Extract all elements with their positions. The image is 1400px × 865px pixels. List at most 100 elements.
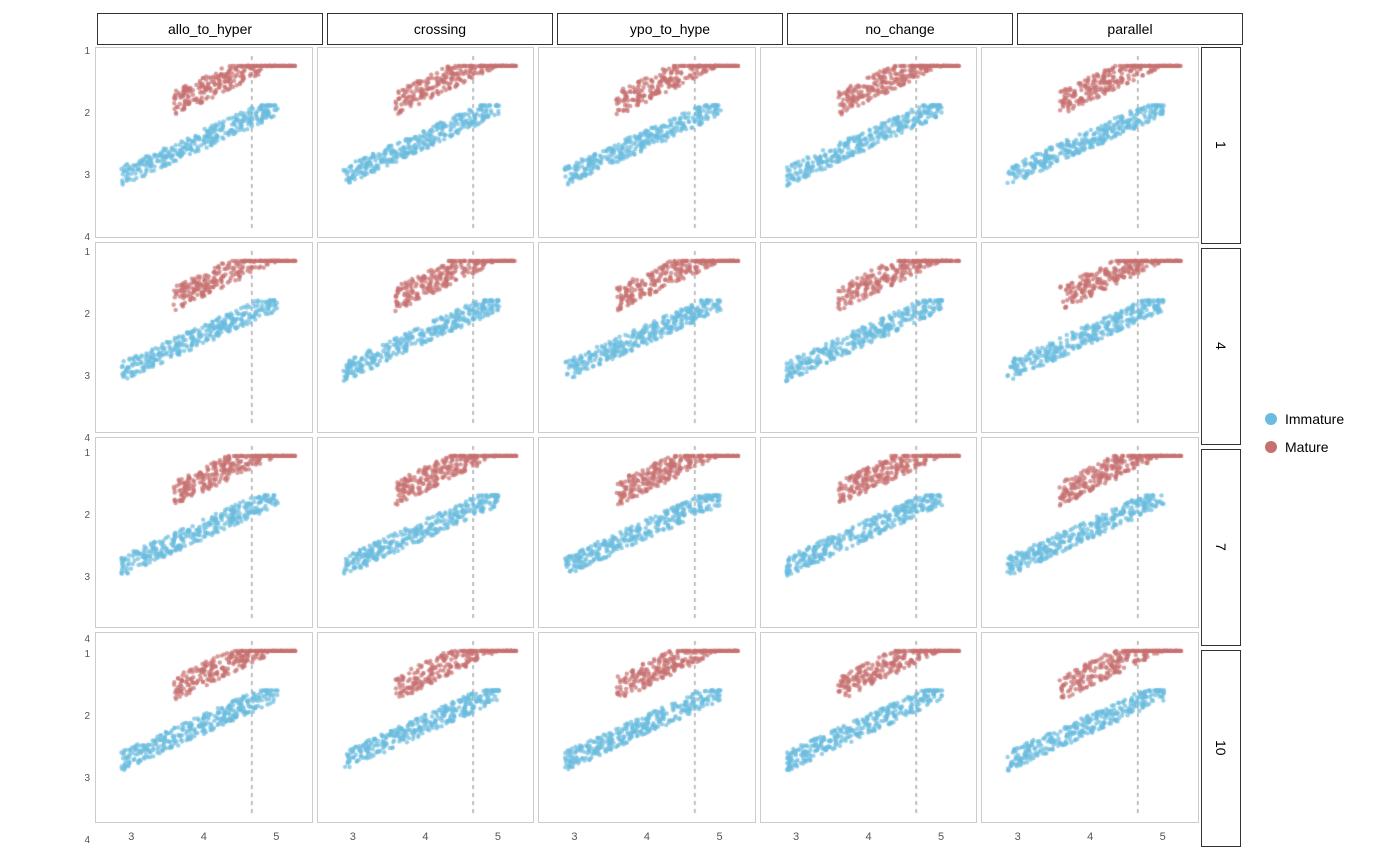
facet-area: allo_to_hypercrossingypo_to_hypeno_chang…	[55, 13, 1245, 853]
row-header: 1	[1201, 47, 1241, 244]
legend-dot	[1265, 413, 1277, 425]
y-axis-label	[25, 43, 55, 853]
scatter-canvas	[96, 48, 312, 237]
legend-item: Immature	[1265, 411, 1375, 427]
grid-and-legend: allo_to_hypercrossingypo_to_hypeno_chang…	[55, 13, 1375, 853]
facet-cell	[981, 242, 1199, 433]
y-tick-label: 1	[55, 248, 93, 258]
scatter-canvas	[982, 243, 1198, 432]
col-header: ypo_to_hype	[557, 13, 783, 45]
facet-cell	[317, 47, 535, 238]
x-tick-label: 4	[866, 831, 872, 843]
x-axis-cell: 345	[317, 825, 535, 849]
facet-cell	[538, 632, 756, 823]
scatter-canvas	[318, 243, 534, 432]
scatter-canvas	[318, 438, 534, 627]
x-tick-label: 4	[422, 831, 428, 843]
y-tick-label: 4	[55, 635, 93, 645]
scatter-canvas	[539, 48, 755, 237]
facet-cell	[95, 437, 313, 628]
x-axis-cell: 345	[538, 825, 756, 849]
facet-cell	[95, 47, 313, 238]
row-headers-column: 1 4 7 10	[1201, 45, 1245, 849]
facet-rows	[93, 45, 1201, 825]
y-tick-area: 4321432143214321	[55, 45, 93, 849]
col-header: allo_to_hyper	[97, 13, 323, 45]
y-tick-label: 3	[55, 171, 93, 181]
y-tick-label: 3	[55, 573, 93, 583]
facet-cell	[95, 242, 313, 433]
y-tick-label: 1	[55, 650, 93, 660]
x-axis-cell: 3 4 5	[95, 825, 313, 849]
chart-container: allo_to_hypercrossingypo_to_hypeno_chang…	[25, 13, 1375, 853]
y-tick-label: 2	[55, 109, 93, 119]
y-tick-label: 1	[55, 47, 93, 57]
scatter-canvas	[539, 438, 755, 627]
facet-cell	[760, 632, 978, 823]
facet-cell	[760, 437, 978, 628]
legend: Immature Mature	[1245, 13, 1375, 853]
scatter-canvas	[96, 438, 312, 627]
x-tick-label: 5	[273, 831, 279, 843]
facet-cell	[95, 632, 313, 823]
x-tick-label: 5	[716, 831, 722, 843]
legend-label: Immature	[1285, 411, 1344, 427]
x-tick-label: 3	[128, 831, 134, 843]
facet-cell	[538, 242, 756, 433]
row-header-label: 7	[1213, 543, 1229, 551]
row-header-label: 10	[1213, 740, 1229, 756]
facet-cell	[538, 437, 756, 628]
legend-item: Mature	[1265, 439, 1375, 455]
legend-label: Mature	[1285, 439, 1329, 455]
row-header: 7	[1201, 449, 1241, 646]
scatter-canvas	[761, 438, 977, 627]
facet-row	[93, 240, 1201, 435]
scatter-canvas	[539, 633, 755, 822]
scatter-canvas	[96, 243, 312, 432]
facet-cell	[760, 47, 978, 238]
scatter-canvas	[982, 48, 1198, 237]
y-tick-label: 4	[55, 434, 93, 444]
x-tick-label: 4	[644, 831, 650, 843]
y-tick-row: 4321	[55, 45, 93, 246]
x-tick-label: 3	[350, 831, 356, 843]
y-tick-label: 3	[55, 774, 93, 784]
y-tick-label: 2	[55, 712, 93, 722]
facet-rows-inner: 345345345345345	[93, 45, 1201, 849]
x-axis-cell: 345	[981, 825, 1199, 849]
scatter-canvas	[318, 48, 534, 237]
col-header: no_change	[787, 13, 1013, 45]
facet-cell	[760, 242, 978, 433]
facet-cell	[317, 437, 535, 628]
facet-row	[93, 630, 1201, 825]
col-header: parallel	[1017, 13, 1243, 45]
scatter-canvas	[96, 633, 312, 822]
facet-cell	[317, 632, 535, 823]
col-header: crossing	[327, 13, 553, 45]
x-axis-cell: 3 4 5	[760, 825, 978, 849]
scatter-canvas	[539, 243, 755, 432]
scatter-canvas	[982, 438, 1198, 627]
col-headers: allo_to_hypercrossingypo_to_hypeno_chang…	[95, 13, 1245, 45]
y-tick-row: 4321	[55, 246, 93, 447]
facet-cell	[981, 632, 1199, 823]
facet-row	[93, 435, 1201, 630]
y-tick-label: 2	[55, 511, 93, 521]
row-header-label: 1	[1213, 141, 1229, 149]
chart-main: allo_to_hypercrossingypo_to_hypeno_chang…	[25, 13, 1375, 853]
y-tick-row: 4321	[55, 447, 93, 648]
row-header-label: 4	[1213, 342, 1229, 350]
facet-cell	[981, 437, 1199, 628]
y-tick-label: 4	[55, 836, 93, 846]
x-tick-label: 5	[1160, 831, 1166, 843]
x-tick-label: 4	[1087, 831, 1093, 843]
x-tick-label: 3	[793, 831, 799, 843]
facet-cell	[538, 47, 756, 238]
scatter-canvas	[761, 633, 977, 822]
x-tick-label: 5	[938, 831, 944, 843]
x-tick-label: 4	[201, 831, 207, 843]
facet-rows-wrapper: 4321432143214321 345345345345345 14710	[55, 45, 1245, 849]
y-tick-label: 3	[55, 372, 93, 382]
facet-row	[93, 45, 1201, 240]
scatter-canvas	[982, 633, 1198, 822]
